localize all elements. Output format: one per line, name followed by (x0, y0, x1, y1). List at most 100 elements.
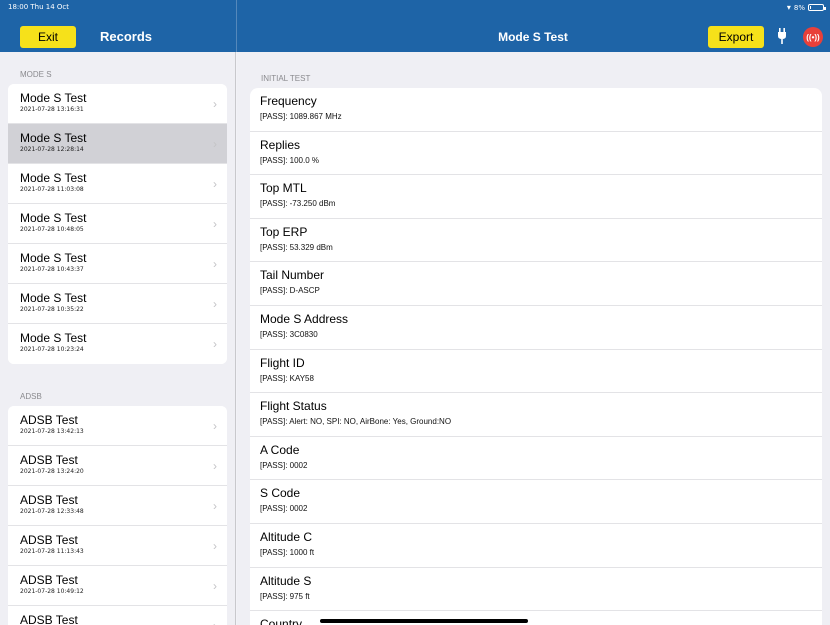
chevron-right-icon: › (213, 137, 217, 151)
test-result-row: Flight ID [PASS]: KAY58 (250, 350, 822, 394)
record-date: 2021-07-28 10:35:22 (20, 306, 84, 313)
chevron-right-icon: › (213, 459, 217, 473)
chevron-right-icon: › (213, 177, 217, 191)
test-result-row: Altitude S [PASS]: 975 ft (250, 568, 822, 612)
test-result-value: [PASS]: D-ASCP (260, 286, 320, 296)
test-result-row: Tail Number [PASS]: D-ASCP (250, 262, 822, 306)
initial-test-header: INITIAL TEST (261, 74, 311, 83)
top-bar: 18:00 Thu 14 Oct ▾ 8% Exit Records Mode … (0, 0, 830, 52)
record-title: Mode S Test (20, 91, 87, 105)
test-result-value: [PASS]: 0002 (260, 504, 308, 514)
home-indicator[interactable] (320, 619, 528, 623)
test-result-value: [PASS]: 975 ft (260, 591, 310, 601)
record-list-item[interactable]: ADSB Test 2021-07-28 13:24:20 › (8, 446, 227, 486)
test-result-value: [PASS]: -73.250 dBm (260, 199, 336, 209)
record-title: ADSB Test (20, 613, 78, 625)
test-result-title: Tail Number (260, 268, 325, 283)
record-list-item[interactable]: Mode S Test 2021-07-28 13:16:31 › (8, 84, 227, 124)
record-title: ADSB Test (20, 493, 78, 507)
mode-s-section-header: MODE S (20, 70, 52, 79)
record-title: Mode S Test (20, 131, 87, 145)
record-date: 2021-07-28 13:16:31 (20, 106, 84, 113)
test-result-value: [PASS]: 3C0830 (260, 329, 318, 339)
chevron-right-icon: › (213, 620, 217, 625)
record-list-item[interactable]: Mode S Test 2021-07-28 10:43:37 › (8, 244, 227, 284)
test-result-row: Altitude C [PASS]: 1000 ft (250, 524, 822, 568)
record-date: 2021-07-28 10:48:05 (20, 226, 84, 233)
test-result-row: Flight Status [PASS]: Alert: NO, SPI: NO,… (250, 393, 822, 437)
chevron-right-icon: › (213, 257, 217, 271)
exit-button[interactable]: Exit (20, 26, 76, 48)
record-list-item[interactable]: ADSB Test › (8, 606, 227, 625)
broadcast-icon[interactable]: ((•)) (803, 27, 823, 47)
chevron-right-icon: › (213, 97, 217, 111)
test-result-value: [PASS]: 100.0 % (260, 155, 319, 165)
chevron-right-icon: › (213, 297, 217, 311)
record-title: Mode S Test (20, 251, 87, 265)
status-time: 18:00 Thu 14 Oct (8, 3, 70, 11)
test-result-row: Top MTL [PASS]: -73.250 dBm (250, 175, 822, 219)
test-result-title: Replies (260, 137, 301, 152)
record-title: ADSB Test (20, 413, 78, 427)
record-date: 2021-07-28 12:33:48 (20, 508, 84, 515)
test-result-value: [PASS]: 53.329 dBm (260, 242, 333, 252)
record-list-item[interactable]: Mode S Test 2021-07-28 11:03:08 › (8, 164, 227, 204)
record-title: Mode S Test (20, 171, 87, 185)
test-result-row: Mode S Address [PASS]: 3C0830 (250, 306, 822, 350)
record-list-item[interactable]: Mode S Test 2021-07-28 10:48:05 › (8, 204, 227, 244)
chevron-right-icon: › (213, 539, 217, 553)
record-list-item[interactable]: ADSB Test 2021-07-28 11:13:43 › (8, 526, 227, 566)
test-result-row: Replies [PASS]: 100.0 % (250, 132, 822, 176)
test-result-value: [PASS]: 1000 ft (260, 547, 315, 557)
adsb-list: ADSB Test 2021-07-28 13:42:13 › ADSB Test 20… (8, 406, 227, 625)
adsb-section-header: ADSB (20, 392, 42, 401)
record-title: Mode S Test (20, 211, 87, 225)
test-result-title: Top MTL (260, 181, 307, 196)
chevron-right-icon: › (213, 337, 217, 351)
header-divider (236, 0, 237, 52)
chevron-right-icon: › (213, 217, 217, 231)
chevron-right-icon: › (213, 419, 217, 433)
record-list-item[interactable]: ADSB Test 2021-07-28 10:49:12 › (8, 566, 227, 606)
detail-list: Frequency [PASS]: 1089.867 MHz Replies [PAS… (250, 88, 822, 625)
record-date: 2021-07-28 10:43:37 (20, 266, 84, 273)
export-button[interactable]: Export (708, 26, 764, 48)
status-indicators: ▾ 8% (786, 3, 826, 12)
chevron-right-icon: › (213, 579, 217, 593)
mode-s-list: Mode S Test 2021-07-28 13:16:31 › Mode S Te… (8, 84, 227, 364)
test-result-title: Altitude C (260, 529, 313, 544)
record-date: 2021-07-28 11:13:43 (20, 548, 84, 555)
test-result-value: [PASS]: 1089.867 MHz (260, 112, 342, 121)
wifi-icon: ▾ (786, 3, 791, 12)
record-list-item[interactable]: ADSB Test 2021-07-28 13:42:13 › (8, 406, 227, 446)
test-result-row: Top ERP [PASS]: 53.329 dBm (250, 219, 822, 263)
test-result-row: Frequency [PASS]: 1089.867 MHz (250, 88, 822, 132)
record-date: 2021-07-28 12:28:14 (20, 146, 84, 153)
test-result-value: [PASS]: 0002 (260, 460, 308, 470)
record-title: ADSB Test (20, 573, 78, 587)
test-result-title: S Code (260, 486, 301, 501)
test-result-row: S Code [PASS]: 0002 (250, 480, 822, 524)
test-result-title: Mode S Address (260, 311, 349, 326)
record-list-item[interactable]: Mode S Test 2021-07-28 10:23:24 › (8, 324, 227, 364)
test-result-title: Flight Status (260, 399, 327, 414)
detail-panel: INITIAL TEST Frequency [PASS]: 1089.867 M… (237, 52, 830, 625)
test-result-title: Top ERP (260, 224, 308, 239)
test-result-title: A Code (260, 442, 300, 457)
record-list-item[interactable]: Mode S Test 2021-07-28 12:28:14 › (8, 124, 227, 164)
record-date: 2021-07-28 13:42:13 (20, 428, 84, 435)
test-result-value: [PASS]: KAY58 (260, 373, 314, 383)
test-result-title: Altitude S (260, 573, 312, 588)
record-list-item[interactable]: Mode S Test 2021-07-28 10:35:22 › (8, 284, 227, 324)
record-date: 2021-07-28 10:23:24 (20, 346, 84, 353)
test-result-title: Frequency (260, 94, 317, 108)
record-date: 2021-07-28 13:24:20 (20, 468, 84, 475)
battery-percent: 8% (793, 3, 805, 12)
test-result-row: A Code [PASS]: 0002 (250, 437, 822, 481)
test-result-value: [PASS]: Alert: NO, SPI: NO, AirBone: Yes… (260, 417, 452, 427)
plug-icon[interactable] (777, 28, 787, 44)
record-list-item[interactable]: ADSB Test 2021-07-28 12:33:48 › (8, 486, 227, 526)
record-date: 2021-07-28 11:03:08 (20, 186, 84, 193)
chevron-right-icon: › (213, 499, 217, 513)
records-sidebar: MODE S Mode S Test 2021-07-28 13:16:31 › Mo… (0, 52, 236, 625)
